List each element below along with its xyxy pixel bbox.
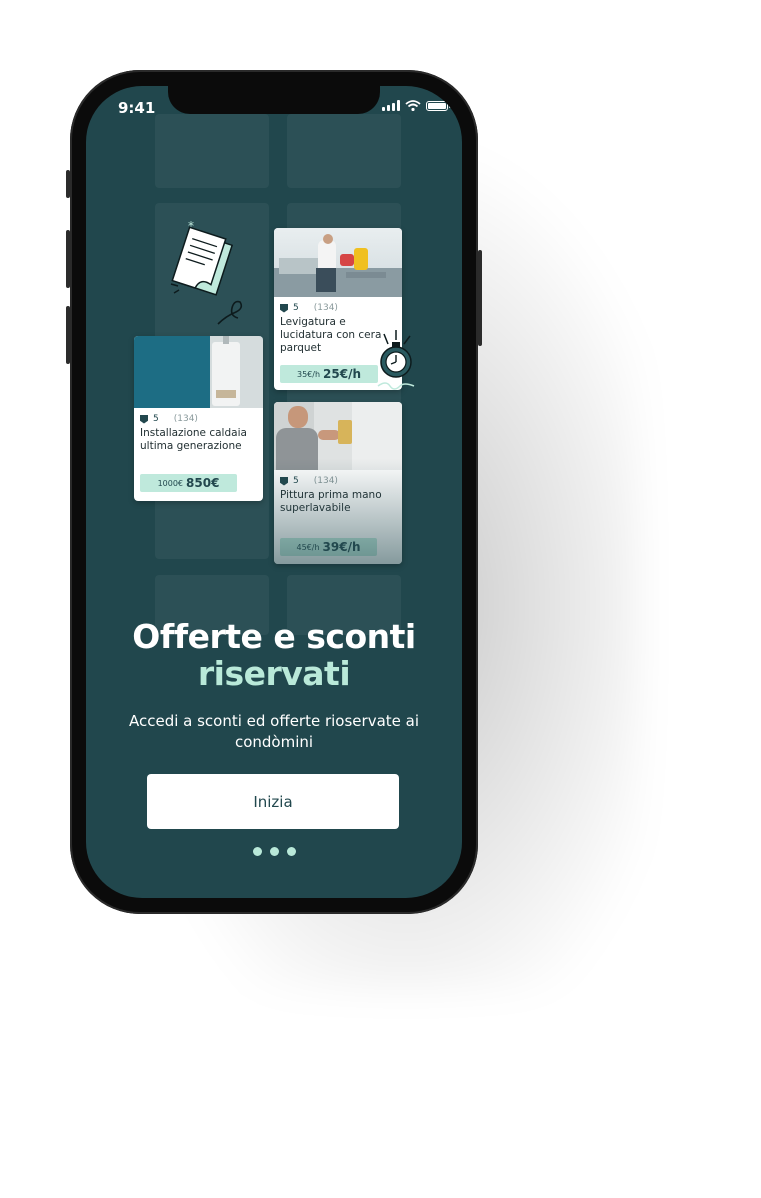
mute-switch: [66, 170, 70, 198]
status-time: 9:41: [118, 99, 156, 117]
new-price: 39€/h: [322, 540, 361, 554]
new-price: 850€: [186, 476, 220, 490]
rating: 5 (134): [140, 414, 257, 424]
old-price: 45€/h: [296, 542, 320, 552]
ghost-tile: [155, 114, 269, 188]
card-title: Installazione caldaia ultima generazione: [140, 427, 247, 452]
review-count: (134): [313, 476, 338, 486]
new-price: 25€/h: [323, 367, 362, 381]
battery-icon: [426, 100, 451, 111]
phone-frame: * 5 (134) Levigatura e lucidatura con ce…: [66, 70, 482, 914]
ghost-tile: [287, 114, 401, 188]
rating-value: 5: [293, 476, 299, 486]
rating: 5 (134): [280, 476, 396, 486]
volume-down-button: [66, 306, 70, 364]
price-tag: 35€/h 25€/h: [280, 365, 378, 383]
power-button: [478, 250, 482, 346]
old-price: 1000€: [157, 478, 184, 488]
document-doodle-icon: *: [170, 219, 243, 325]
review-count: (134): [313, 303, 338, 313]
page-dot[interactable]: [286, 847, 296, 856]
rating-value: 5: [153, 414, 159, 424]
start-button[interactable]: Inizia: [147, 774, 399, 829]
price-tag: 45€/h 39€/h: [280, 538, 377, 556]
onboarding-subtitle: Accedi a sconti ed offerte rioservate ai…: [128, 712, 420, 751]
status-icons: [382, 100, 451, 111]
rating-value: 5: [293, 303, 299, 313]
onboarding-title: Offerte e sconti riservati: [86, 618, 462, 692]
card-title: Pittura prima mano superlavabile: [280, 489, 382, 514]
offer-card[interactable]: 5 (134) Installazione caldaia ultima gen…: [134, 336, 263, 501]
title-line-2: riservati: [197, 654, 351, 693]
rating-badge-icon: [280, 303, 288, 313]
signal-icon: [382, 100, 400, 111]
old-price: 35€/h: [296, 369, 321, 379]
page-dot[interactable]: [252, 847, 262, 856]
review-count: (134): [173, 414, 198, 424]
stopwatch-doodle-icon: [377, 330, 415, 390]
card-image: [274, 402, 402, 470]
volume-up-button: [66, 230, 70, 288]
offer-card[interactable]: 5 (134) Pittura prima mano superlavabile…: [274, 402, 402, 564]
card-image: [134, 336, 263, 408]
page-dot[interactable]: [269, 847, 279, 856]
wifi-icon: [405, 100, 421, 111]
screen: * 5 (134) Levigatura e lucidatura con ce…: [86, 86, 462, 898]
price-tag: 1000€ 850€: [140, 474, 237, 492]
notch: [168, 86, 380, 114]
rating-badge-icon: [140, 414, 148, 424]
page-indicator: [86, 847, 462, 856]
card-image: [274, 228, 402, 297]
rating-badge-icon: [280, 476, 288, 486]
title-line-1: Offerte e sconti: [132, 617, 416, 656]
svg-text:*: *: [188, 219, 194, 233]
rating: 5 (134): [280, 303, 396, 313]
